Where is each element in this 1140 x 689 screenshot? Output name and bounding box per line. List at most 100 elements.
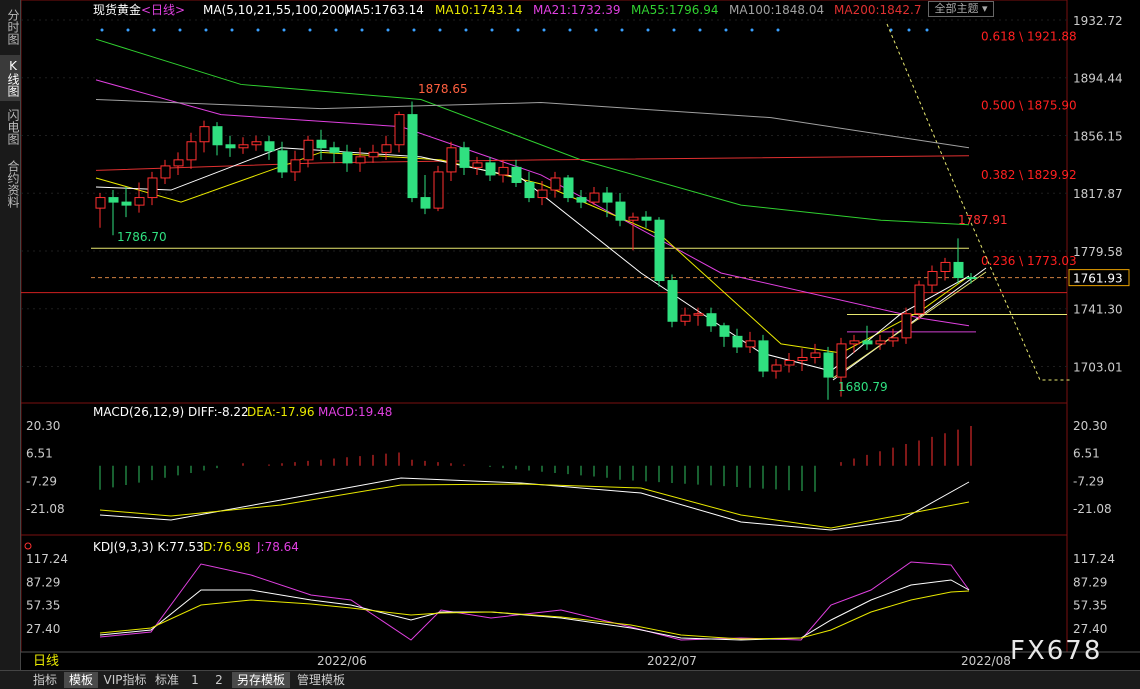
candle-body [121, 201, 132, 206]
kdj-header: KDJ(9,3,3) K:77.53 [93, 540, 204, 554]
candle-body [394, 114, 405, 146]
ma-value: MA21:1732.39 [533, 3, 621, 17]
macd-tick-label-left: -7.29 [26, 474, 57, 488]
bottom-tab[interactable]: 标准 [152, 672, 182, 688]
macd-dea-line [99, 483, 970, 529]
ma21-line [95, 79, 970, 327]
kline-chart[interactable]: 现货黄金 <日线> MA(5,10,21,55,100,200)MA5:1763.1… [21, 0, 1140, 670]
bottom-tab[interactable]: 模板 [64, 672, 98, 688]
kdj-tick-label: 57.35 [1073, 599, 1107, 613]
candle-body [290, 159, 301, 173]
candle-body [303, 139, 314, 161]
candle-body [420, 197, 431, 209]
macd-tick-label: -21.08 [1073, 502, 1112, 516]
event-dot [308, 28, 312, 32]
event-dot [620, 28, 624, 32]
tab-timeshare[interactable]: 分时图 [0, 4, 20, 50]
kdj-tick-label: 117.24 [1073, 552, 1115, 566]
ma5-line [95, 147, 970, 372]
period-label: 日线 [33, 654, 59, 669]
tab-contract-info[interactable]: 合约资料 [0, 154, 20, 214]
candle-body [693, 313, 704, 316]
event-dot [334, 28, 338, 32]
candle-body [550, 177, 561, 191]
candle-body [485, 162, 496, 176]
macd-tick-label-left: 6.51 [26, 447, 53, 461]
left-sidebar: 分时图 K线图 闪电图 合约资料 [0, 0, 21, 670]
candle-body [355, 156, 366, 164]
fib-label: 0.618 \ 1921.88 [981, 29, 1077, 43]
ma-value: MA10:1743.14 [435, 3, 523, 17]
candle-body [524, 181, 535, 199]
event-dot [542, 28, 546, 32]
ma-params: MA(5,10,21,55,100,200) [203, 3, 349, 17]
candle-body [342, 151, 353, 164]
bottom-tab[interactable]: 指标 [28, 672, 62, 688]
candle-body [173, 159, 184, 167]
candle-body [862, 340, 873, 345]
low-annotation: 1680.79 [838, 380, 888, 394]
bottom-tab[interactable]: 2 [208, 672, 230, 688]
candle-body [225, 144, 236, 149]
candle-body [602, 192, 613, 203]
price-tick-label: 1779.58 [1073, 245, 1123, 259]
price-tick-label: 1856.15 [1073, 130, 1123, 144]
candle-body [511, 166, 522, 183]
candle-body [381, 144, 392, 153]
candle-body [472, 162, 483, 168]
theme-dropdown-button[interactable]: 全部主题 ▾ [928, 1, 994, 17]
event-dot [386, 28, 390, 32]
candle-body [836, 343, 847, 378]
ma-value: MA55:1796.94 [631, 3, 719, 17]
candle-body [732, 335, 743, 348]
xaxis-label: 2022/06 [317, 654, 367, 668]
macd-tick-label: 6.51 [1073, 447, 1100, 461]
tab-lightning[interactable]: 闪电图 [0, 104, 20, 150]
bottom-tab[interactable]: VIP指标 [100, 672, 150, 688]
macd-tick-label-left: -21.08 [26, 502, 65, 516]
kdj-tick-label: 87.29 [1073, 575, 1107, 589]
bottom-tab[interactable]: 管理模板 [292, 672, 350, 688]
kdj-d-line [99, 590, 970, 640]
event-dot [907, 28, 911, 32]
event-dot [412, 28, 416, 32]
candle-body [160, 165, 171, 179]
candle-body [199, 126, 210, 143]
event-dot [925, 28, 929, 32]
candle-body [667, 280, 678, 322]
candle-body [680, 314, 691, 322]
bottom-tab[interactable]: 1 [184, 672, 206, 688]
candle-body [849, 340, 860, 345]
candle-body [758, 340, 769, 372]
candle-body [186, 141, 197, 161]
price-tick-label: 1817.87 [1073, 187, 1123, 201]
candle-body [277, 150, 288, 173]
candle-body [264, 141, 275, 152]
candle-body [147, 177, 158, 199]
candle-body [784, 359, 795, 366]
xaxis-label: 2022/08 [961, 654, 1011, 668]
candle-body [927, 270, 938, 286]
candle-body [901, 313, 912, 339]
kdj-d: D:76.98 [203, 540, 251, 554]
bottom-tab[interactable]: 另存模板 [232, 672, 290, 688]
tab-kline[interactable]: K线图 [0, 55, 20, 101]
candle-body [615, 201, 626, 221]
price-tick-label: 1703.01 [1073, 361, 1123, 375]
kdj-tick-label-left: 57.35 [26, 599, 60, 613]
price-tick-label: 1894.44 [1073, 72, 1123, 86]
low-annotation: 1786.70 [117, 230, 167, 244]
candle-body [654, 219, 665, 282]
bottom-toolbar: 指标 模板 VIP指标 标准 1 2 另存模板 管理模板 [0, 670, 1140, 689]
event-dot [672, 28, 676, 32]
candle-body [95, 197, 106, 209]
fib-label: 0.236 \ 1773.03 [981, 254, 1077, 268]
candle-body [433, 171, 444, 209]
period-link: <日线> [141, 3, 185, 17]
candle-body [797, 356, 808, 361]
event-dot [438, 28, 442, 32]
candle-body [641, 216, 652, 221]
candle-body [966, 277, 977, 280]
candle-body [719, 325, 730, 337]
macd-value: MACD:19.48 [318, 405, 392, 419]
